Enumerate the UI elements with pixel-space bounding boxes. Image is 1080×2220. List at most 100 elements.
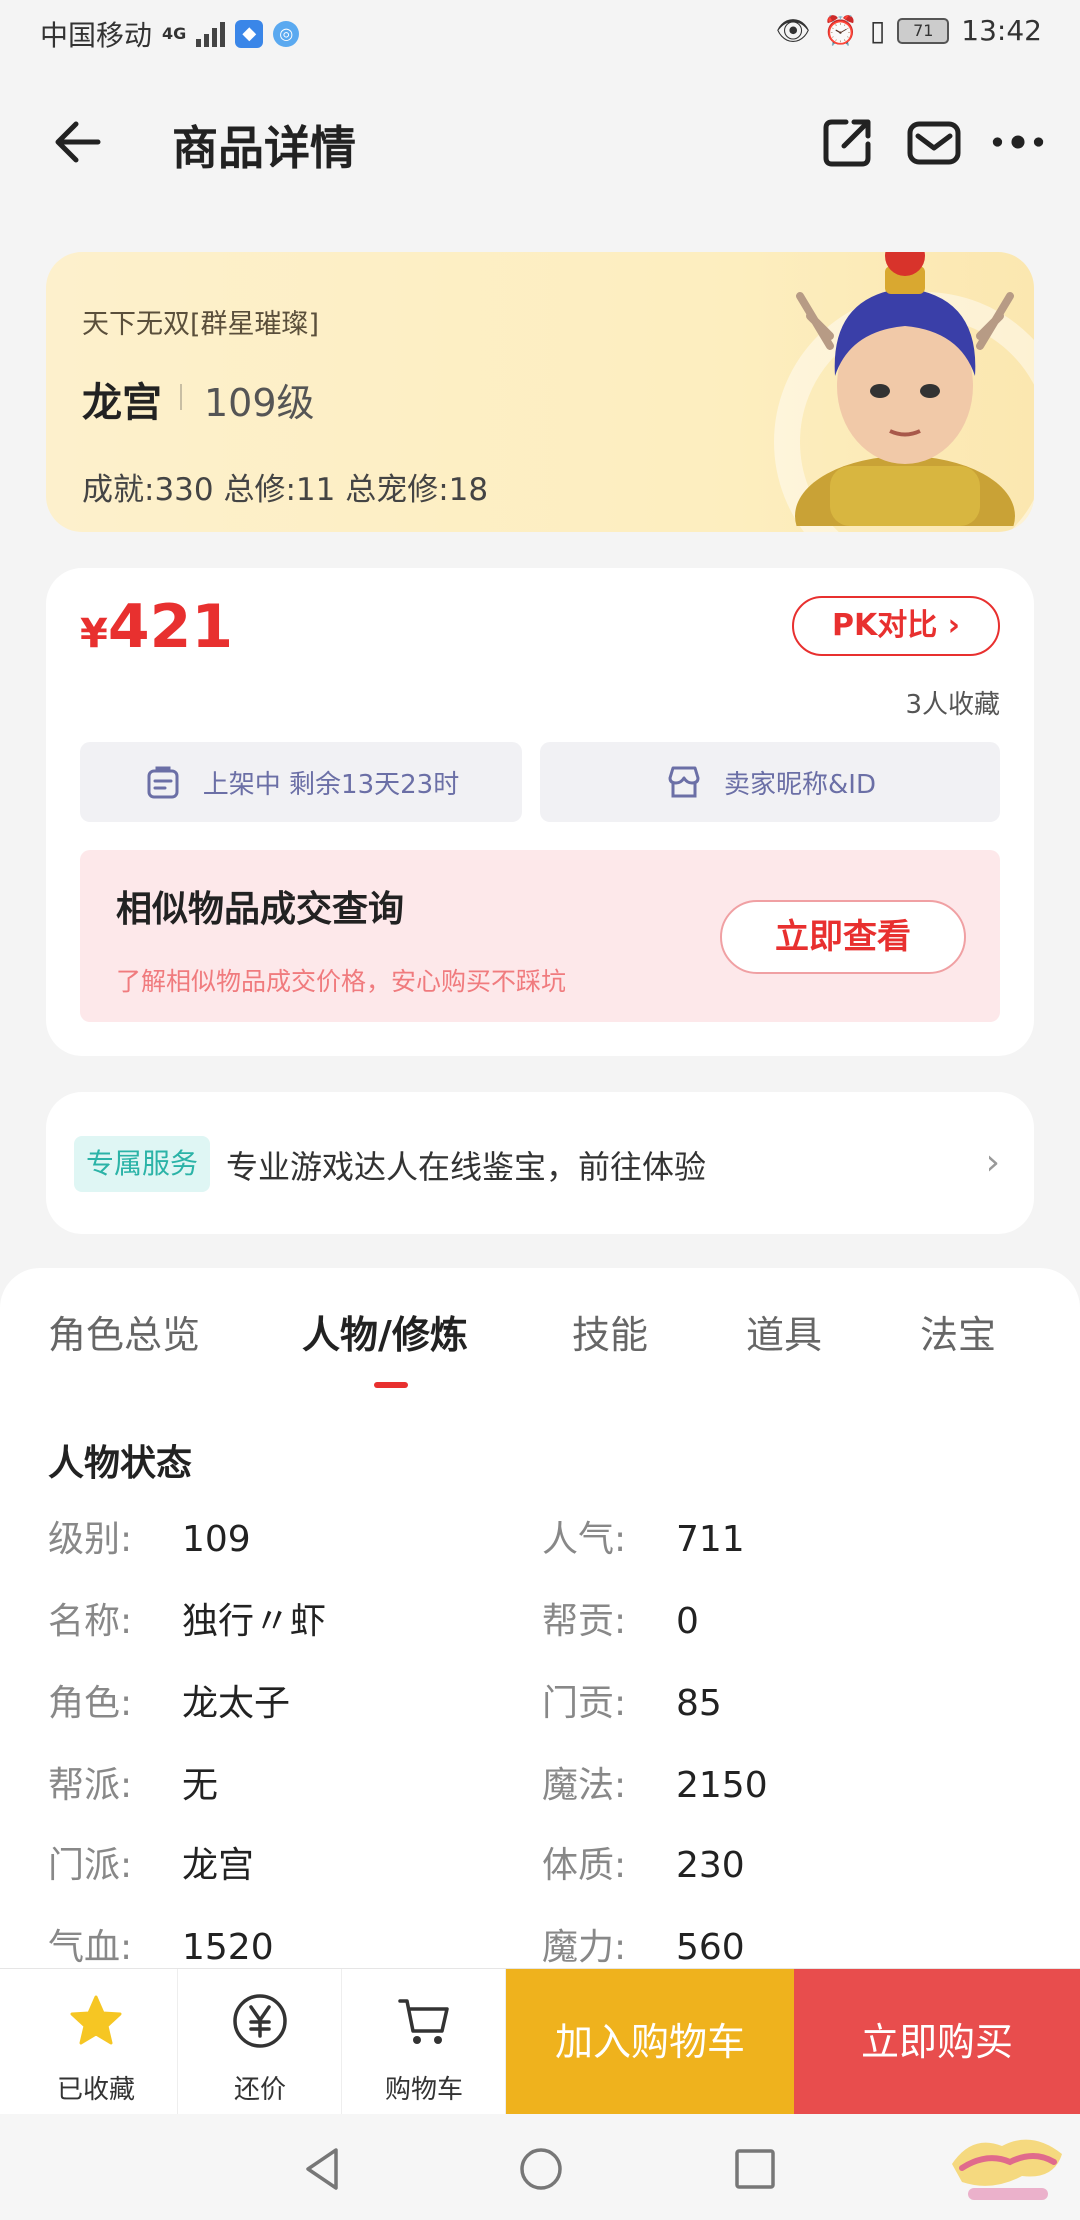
page-title: 商品详情: [172, 121, 356, 175]
alarm-icon: ⏰: [823, 14, 858, 47]
attribute-label: 角色:: [48, 1683, 133, 1724]
attribute-row: 名称: 独行〃虾: [48, 1592, 326, 1644]
share-icon[interactable]: [820, 114, 876, 170]
role-summary-card: 天下无双[群星璀璨] 龙宫 109级 成就:330 总修:11 总宠修:18: [46, 252, 1034, 532]
add-to-cart-button[interactable]: 加入购物车: [506, 1969, 794, 2115]
service-tag: 专属服务: [74, 1136, 211, 1192]
nav-home-icon[interactable]: [516, 2144, 566, 2194]
attribute-value: 560: [676, 1927, 745, 1968]
attribute-row: 体质: 230: [542, 1836, 745, 1888]
attribute-label: 门派:: [48, 1845, 133, 1886]
character-avatar: [795, 252, 1015, 526]
back-arrow-icon[interactable]: [50, 112, 110, 172]
yuan-icon: [233, 1994, 287, 2048]
pk-compare-label: PK对比: [831, 608, 938, 643]
view-now-button[interactable]: 立即查看: [720, 900, 966, 974]
currency-symbol: ¥: [80, 611, 108, 657]
buy-now-button[interactable]: 立即购买: [794, 1969, 1080, 2115]
similar-deals-desc: 了解相似物品成交价格，安心购买不踩坑: [116, 967, 567, 996]
attribute-value: 无: [182, 1765, 219, 1806]
listing-status: 上架中 剩余13天23时: [202, 769, 460, 800]
attribute-value: 0: [676, 1601, 699, 1642]
attribute-row: 门派: 龙宫: [48, 1836, 254, 1888]
tab-skills[interactable]: 技能: [572, 1304, 648, 1359]
attribute-value: 230: [676, 1845, 745, 1886]
favorite-button[interactable]: 已收藏: [14, 1969, 178, 2115]
more-icon[interactable]: [990, 114, 1046, 170]
attribute-row: 级别: 109: [48, 1510, 251, 1562]
favorite-count: 3人收藏: [905, 690, 1000, 720]
role-level: 109级: [204, 381, 315, 425]
attribute-label: 魔力:: [542, 1927, 627, 1968]
role-school: 龙宫: [82, 380, 162, 426]
attribute-label: 魔法:: [542, 1765, 627, 1806]
attribute-label: 气血:: [48, 1927, 133, 1968]
attribute-row: 门贡: 85: [542, 1674, 722, 1726]
role-stats: 成就:330 总修:11 总宠修:18: [82, 472, 489, 508]
attribute-row: 帮贡: 0: [542, 1592, 699, 1644]
tab-character[interactable]: 人物/修炼: [302, 1304, 468, 1359]
exclusive-service-card[interactable]: 专属服务 专业游戏达人在线鉴宝，前往体验 ›: [46, 1092, 1034, 1234]
network-type: 4G: [162, 24, 187, 43]
attribute-value: 711: [676, 1519, 745, 1560]
attribute-label: 名称:: [48, 1601, 133, 1642]
price-card: ¥421 PK对比 › 3人收藏 上架中 剩余13天23时 卖家昵称&ID 相似…: [46, 568, 1034, 1056]
cart-label: 购物车: [384, 2075, 463, 2105]
section-title: 人物状态: [48, 1443, 193, 1484]
attribute-value: 龙太子: [182, 1683, 291, 1724]
vibrate-icon: ▯: [869, 14, 886, 47]
price-value: 421: [107, 592, 234, 662]
attribute-row: 魔法: 2150: [542, 1756, 768, 1808]
chevron-right-icon: ›: [947, 608, 961, 643]
seller-label: 卖家昵称&ID: [724, 769, 876, 800]
attribute-value: 龙宫: [182, 1845, 255, 1886]
game-logo-watermark: [952, 2139, 1062, 2200]
attribute-label: 帮贡:: [542, 1601, 627, 1642]
bargain-label: 还价: [233, 2075, 286, 2105]
bargain-button[interactable]: 还价: [178, 1969, 342, 2115]
attribute-value: 1520: [182, 1927, 274, 1968]
cart-icon: [398, 1999, 449, 2044]
attribute-row: 气血: 1520: [48, 1918, 274, 1970]
seller-chip[interactable]: 卖家昵称&ID: [540, 742, 1000, 822]
clock: 13:42: [961, 14, 1042, 47]
attribute-label: 门贡:: [542, 1683, 627, 1724]
attribute-row: 帮派: 无: [48, 1756, 218, 1808]
attribute-value: 独行〃虾: [182, 1601, 327, 1642]
signal-icon: [196, 21, 226, 47]
attribute-value: 85: [676, 1683, 722, 1724]
favorite-label: 已收藏: [56, 2075, 135, 2105]
battery-icon: 71: [897, 17, 950, 44]
detail-panel: 角色总览 人物/修炼 技能 道具 法宝 人物状态 级别: 109 名称: 独行〃虾 …: [0, 1268, 1080, 1968]
cart-button[interactable]: 购物车: [342, 1969, 506, 2115]
system-nav-bar: [0, 2114, 1080, 2220]
listing-status-chip[interactable]: 上架中 剩余13天23时: [80, 742, 522, 822]
nav-recents-icon[interactable]: [730, 2144, 780, 2194]
attribute-row: 魔力: 560: [542, 1918, 745, 1970]
attribute-label: 级别:: [48, 1519, 133, 1560]
attribute-label: 体质:: [542, 1845, 627, 1886]
status-right: 👁 ⏰ ▯ 71 13:42: [775, 14, 1042, 47]
attribute-value: 2150: [676, 1765, 768, 1806]
service-text: 专业游戏达人在线鉴宝，前往体验: [226, 1148, 707, 1186]
attribute-value: 109: [182, 1519, 251, 1560]
status-left: 中国移动 4G ◆ ◎: [40, 14, 300, 54]
bottom-action-bar: 已收藏 还价 购物车 加入购物车 立即购买: [0, 1968, 1080, 2115]
attribute-label: 帮派:: [48, 1765, 133, 1806]
shield-app-icon: ◆: [235, 20, 264, 48]
tab-treasures[interactable]: 法宝: [920, 1304, 996, 1359]
divider: [180, 384, 182, 410]
attribute-row: 角色: 龙太子: [48, 1674, 290, 1726]
nav-back-icon[interactable]: [298, 2144, 348, 2194]
tab-overview[interactable]: 角色总览: [48, 1304, 200, 1359]
status-bar: 中国移动 4G ◆ ◎ 👁 ⏰ ▯ 71 13:42: [0, 0, 1080, 64]
price: ¥421: [80, 592, 233, 662]
message-icon[interactable]: [906, 114, 962, 170]
listing-bag-icon: [147, 766, 179, 799]
pk-compare-button[interactable]: PK对比 ›: [792, 596, 1000, 656]
carrier-name: 中国移动: [40, 19, 153, 52]
star-icon: [70, 1995, 122, 2045]
tab-items[interactable]: 道具: [746, 1304, 822, 1359]
app-header: 商品详情: [0, 90, 1080, 200]
attribute-label: 人气:: [542, 1519, 627, 1560]
